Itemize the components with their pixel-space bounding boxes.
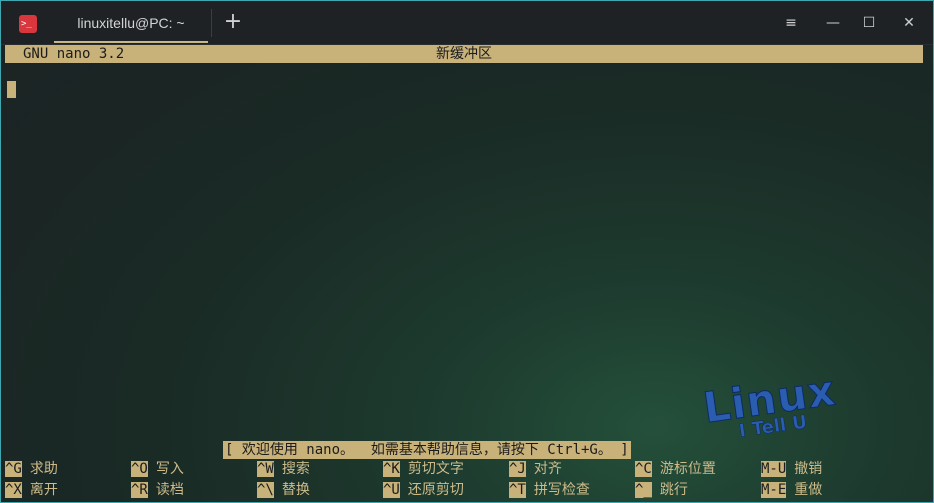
shortcut-item: ^O 写入 [131, 459, 184, 480]
shortcut-item: ^\ 替换 [257, 480, 310, 501]
shortcut-key: M-E [761, 482, 787, 498]
shortcut-item: ^K 剪切文字 [383, 459, 464, 480]
buffer-name: 新缓冲区 [436, 46, 492, 62]
shortcut-label: 读档 [155, 482, 184, 498]
shortcut-item: ^X 离开 [5, 480, 58, 501]
close-icon[interactable]: ✕ [899, 13, 919, 33]
status-message: [ 欢迎使用 nano。 如需基本帮助信息，请按下 Ctrl+G。 ] [223, 441, 631, 459]
shortcut-key: ^O [131, 461, 148, 477]
minimize-icon[interactable]: — [823, 13, 843, 33]
new-tab-button[interactable]: + [221, 11, 245, 35]
shortcut-key: ^X [5, 482, 22, 498]
shortcut-label: 离开 [29, 482, 58, 498]
tab-divider [211, 9, 212, 37]
shortcut-label: 跳行 [659, 482, 688, 498]
shortcut-label: 拼写检查 [533, 482, 590, 498]
shortcut-item: ^T 拼写检查 [509, 480, 590, 501]
tab-terminal[interactable]: linuxitellu@PC: ~ [54, 5, 208, 43]
shortcut-label: 求助 [29, 461, 58, 477]
shortcut-item: ^U 还原剪切 [383, 480, 464, 501]
shortcut-label: 还原剪切 [407, 482, 464, 498]
shortcut-key: ^_ [635, 482, 652, 498]
shortcut-key: M-U [761, 461, 787, 477]
shortcut-key: ^R [131, 482, 148, 498]
nano-version: GNU nano 3.2 [23, 46, 125, 62]
shortcut-key: ^\ [257, 482, 274, 498]
shortcut-key: ^K [383, 461, 400, 477]
shortcut-label: 写入 [155, 461, 184, 477]
shortcut-item: ^G 求助 [5, 459, 58, 480]
shortcut-label: 撤销 [794, 461, 823, 477]
shortcut-key: ^T [509, 482, 526, 498]
shortcut-item: ^C 游标位置 [635, 459, 716, 480]
title-bar[interactable]: >_ linuxitellu@PC: ~ + ≡ — ☐ ✕ [1, 1, 933, 45]
shortcut-key: ^C [635, 461, 652, 477]
shortcut-item: ^W 搜索 [257, 459, 310, 480]
shortcut-label: 对齐 [533, 461, 562, 477]
shortcut-item: ^J 对齐 [509, 459, 562, 480]
shortcut-item: ^R 读档 [131, 480, 184, 501]
terminal-window: >_ linuxitellu@PC: ~ + ≡ — ☐ ✕ 新缓冲区 GNU … [0, 0, 934, 503]
shortcut-label: 替换 [281, 482, 310, 498]
shortcut-item: M-U 撤销 [761, 459, 822, 480]
nano-header-bar: 新缓冲区 GNU nano 3.2 [5, 45, 923, 63]
text-cursor [7, 81, 16, 98]
shortcut-item: M-E 重做 [761, 480, 822, 501]
hamburger-menu-icon[interactable]: ≡ [781, 13, 801, 33]
maximize-icon[interactable]: ☐ [859, 13, 879, 33]
shortcut-item: ^_ 跳行 [635, 480, 688, 501]
tab-title: linuxitellu@PC: ~ [77, 15, 185, 31]
shortcut-key: ^J [509, 461, 526, 477]
shortcut-label: 剪切文字 [407, 461, 464, 477]
shortcut-key: ^W [257, 461, 274, 477]
shortcut-label: 重做 [794, 482, 823, 498]
terminal-app-icon: >_ [19, 15, 37, 33]
shortcut-key: ^G [5, 461, 22, 477]
shortcut-label: 搜索 [281, 461, 310, 477]
shortcut-key: ^U [383, 482, 400, 498]
